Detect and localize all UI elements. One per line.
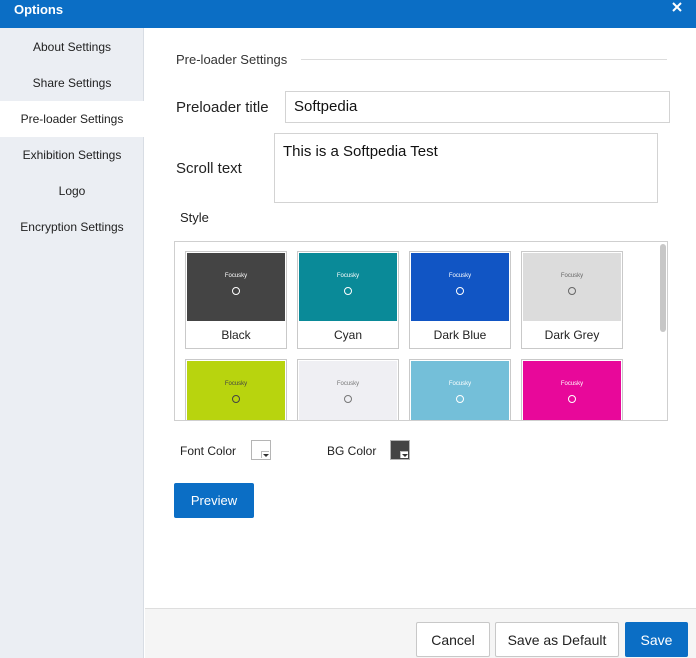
- gallery-scrollbar[interactable]: [660, 244, 666, 332]
- preloader-title-label: Preloader title: [176, 99, 269, 116]
- style-tile-label: Cyan: [333, 328, 362, 342]
- sidebar-item-logo[interactable]: Logo: [0, 173, 144, 209]
- sidebar-item-share-settings[interactable]: Share Settings: [0, 65, 144, 101]
- style-swatch: Focusky: [523, 253, 621, 321]
- style-tile[interactable]: Focusky Cyan: [297, 251, 399, 349]
- loading-spinner-icon: [344, 287, 352, 295]
- sidebar-item-encryption-settings[interactable]: Encryption Settings: [0, 209, 144, 245]
- save-as-default-button[interactable]: Save as Default: [495, 622, 619, 657]
- window-title: Options: [14, 2, 64, 17]
- chevron-down-icon: [261, 451, 269, 458]
- loading-spinner-icon: [456, 395, 464, 403]
- style-swatch: Focusky: [187, 361, 285, 420]
- loading-spinner-icon: [232, 395, 240, 403]
- sidebar-item-exhibition-settings[interactable]: Exhibition Settings: [0, 137, 144, 173]
- style-swatch: Focusky: [523, 361, 621, 420]
- loading-spinner-icon: [568, 395, 576, 403]
- close-icon[interactable]: [670, 0, 686, 16]
- sidebar-item-preloader-settings[interactable]: Pre-loader Settings: [0, 101, 144, 137]
- swatch-brand-text: Focusky: [560, 381, 584, 387]
- swatch-brand-text: Focusky: [224, 273, 248, 279]
- section-divider: [301, 59, 667, 60]
- swatch-brand-text: Focusky: [336, 273, 360, 279]
- scroll-text-input[interactable]: This is a Softpedia Test: [274, 133, 658, 203]
- loading-spinner-icon: [568, 287, 576, 295]
- preloader-title-input[interactable]: Softpedia: [285, 91, 670, 123]
- loading-spinner-icon: [344, 395, 352, 403]
- style-tile[interactable]: Focusky: [521, 359, 623, 420]
- style-gallery[interactable]: Focusky Black Focusky Cyan Focusky Dark Blue F…: [174, 241, 668, 421]
- cancel-button[interactable]: Cancel: [416, 622, 490, 657]
- swatch-brand-text: Focusky: [448, 273, 472, 279]
- chevron-down-icon: [400, 451, 408, 458]
- swatch-brand-text: Focusky: [448, 381, 472, 387]
- bg-color-picker[interactable]: [390, 440, 410, 460]
- style-swatch: Focusky: [299, 361, 397, 420]
- font-color-label: Font Color: [180, 444, 237, 458]
- style-swatch: Focusky: [299, 253, 397, 321]
- style-swatch: Focusky: [411, 361, 509, 420]
- style-tile[interactable]: Focusky: [185, 359, 287, 420]
- style-label: Style: [180, 210, 209, 225]
- swatch-brand-text: Focusky: [560, 273, 584, 279]
- style-tile[interactable]: Focusky Dark Blue: [409, 251, 511, 349]
- title-bar: Options: [0, 0, 696, 28]
- style-tile[interactable]: Focusky: [409, 359, 511, 420]
- font-color-picker[interactable]: [251, 440, 271, 460]
- style-tile-label: Dark Grey: [544, 328, 600, 342]
- save-button[interactable]: Save: [625, 622, 688, 657]
- preview-button[interactable]: Preview: [174, 483, 254, 518]
- dialog-footer: Cancel Save as Default Save: [145, 608, 696, 658]
- sidebar-item-about-settings[interactable]: About Settings: [0, 29, 144, 65]
- scroll-text-label: Scroll text: [176, 160, 242, 177]
- sidebar: About Settings Share Settings Pre-loader…: [0, 28, 144, 658]
- style-tile[interactable]: Focusky Black: [185, 251, 287, 349]
- style-swatch: Focusky: [187, 253, 285, 321]
- settings-panel: Pre-loader Settings Preloader title Soft…: [145, 28, 696, 608]
- style-swatch: Focusky: [411, 253, 509, 321]
- style-tile-label: Black: [221, 328, 251, 342]
- loading-spinner-icon: [456, 287, 464, 295]
- section-title: Pre-loader Settings: [176, 52, 288, 67]
- loading-spinner-icon: [232, 287, 240, 295]
- bg-color-label: BG Color: [327, 444, 377, 458]
- style-tile[interactable]: Focusky: [297, 359, 399, 420]
- style-tile-label: Dark Blue: [433, 328, 487, 342]
- swatch-brand-text: Focusky: [224, 381, 248, 387]
- swatch-brand-text: Focusky: [336, 381, 360, 387]
- style-tile[interactable]: Focusky Dark Grey: [521, 251, 623, 349]
